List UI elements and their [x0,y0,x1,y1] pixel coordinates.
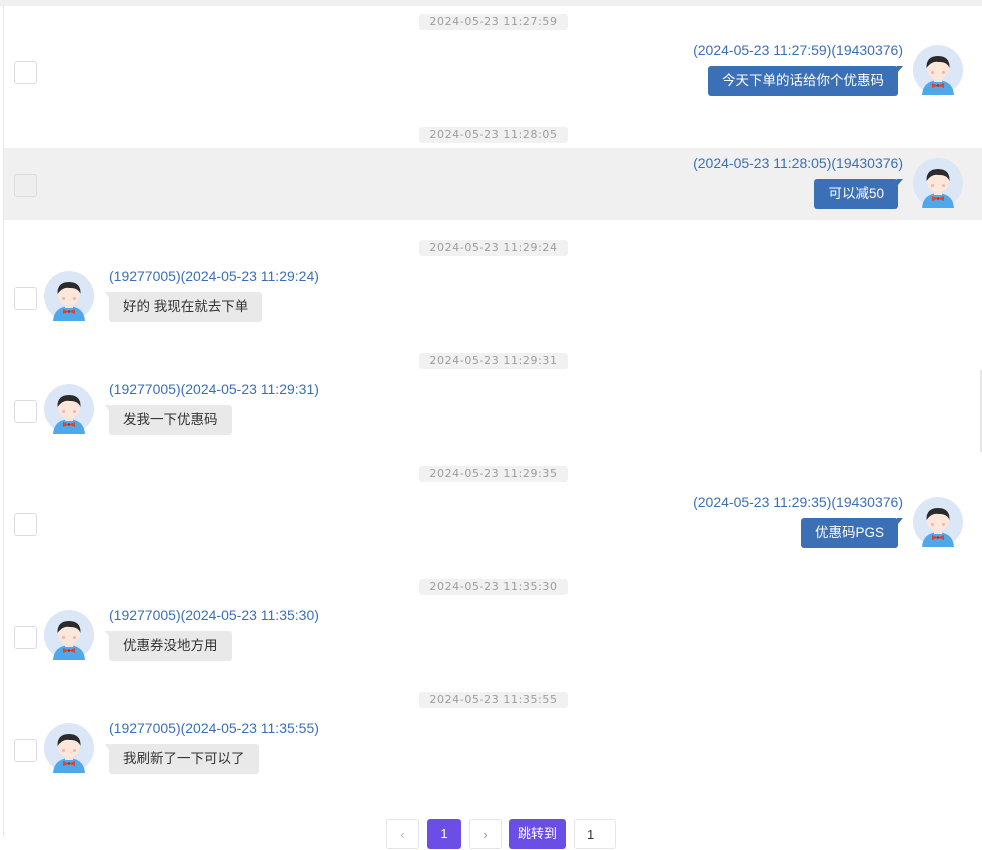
sender-meta: (19277005)(2024-05-23 11:29:31) [109,381,319,397]
message-bubble: 我刷新了一下可以了 [105,744,259,774]
message-timestamp: 2024-05-23 11:29:35 [419,466,568,482]
message-row: 2024-05-23 11:29:35 (2024-05-23 11:29:35… [4,458,982,571]
message-timestamp: 2024-05-23 11:29:24 [419,240,568,256]
pagination: ‹ 1 › 跳转到 1 [0,816,982,849]
message-timestamp: 2024-05-23 11:27:59 [419,14,568,30]
avatar-icon [44,723,94,773]
sender-meta: (2024-05-23 11:29:35)(19430376) [693,494,903,510]
avatar [44,723,94,773]
avatar-icon [913,497,963,547]
sender-meta: (19277005)(2024-05-23 11:35:30) [109,607,319,623]
chevron-right-icon: › [483,827,488,842]
message-row: 2024-05-23 11:29:24 (19277005)(2024-05-2… [4,232,982,345]
message-select-checkbox[interactable] [14,513,37,536]
message-select-checkbox[interactable] [14,287,37,310]
message-bubble: 今天下单的话给你个优惠码 [708,66,903,96]
message-select-checkbox[interactable] [14,400,37,423]
page-number-input[interactable]: 1 [574,819,616,849]
message-select-checkbox[interactable] [14,174,37,197]
page-1-button[interactable]: 1 [427,819,461,849]
message-bubble: 发我一下优惠码 [105,405,232,435]
message-timestamp: 2024-05-23 11:35:30 [419,579,568,595]
sender-meta: (2024-05-23 11:28:05)(19430376) [693,155,903,171]
prev-page-button[interactable]: ‹ [386,819,419,849]
message-select-checkbox[interactable] [14,626,37,649]
avatar [44,384,94,434]
jump-to-button[interactable]: 跳转到 [509,819,566,849]
avatar [44,610,94,660]
message-select-checkbox[interactable] [14,61,37,84]
avatar-icon [44,271,94,321]
message-select-checkbox[interactable] [14,739,37,762]
message-row: 2024-05-23 11:35:30 (19277005)(2024-05-2… [4,571,982,684]
avatar-icon [913,158,963,208]
avatar [913,158,963,208]
message-bubble: 可以减50 [814,179,903,209]
message-row: 2024-05-23 11:28:05 (2024-05-23 11:28:05… [4,119,982,232]
sender-meta: (2024-05-23 11:27:59)(19430376) [693,42,903,58]
message-bubble: 好的 我现在就去下单 [104,292,263,322]
message-timestamp: 2024-05-23 11:29:31 [419,353,568,369]
avatar-icon [44,610,94,660]
avatar-icon [913,45,963,95]
avatar [44,271,94,321]
message-timestamp: 2024-05-23 11:28:05 [419,127,568,143]
avatar [913,497,963,547]
avatar [913,45,963,95]
message-bubble: 优惠码PGS [800,518,904,548]
message-row: 2024-05-23 11:27:59 (2024-05-23 11:27:59… [4,6,982,119]
sender-meta: (19277005)(2024-05-23 11:35:55) [109,720,319,736]
message-bubble: 优惠券没地方用 [105,631,232,661]
avatar-icon [44,384,94,434]
message-row: 2024-05-23 11:35:55 (19277005)(2024-05-2… [4,684,982,797]
next-page-button[interactable]: › [469,819,502,849]
sender-meta: (19277005)(2024-05-23 11:29:24) [109,268,319,284]
message-timestamp: 2024-05-23 11:35:55 [419,692,568,708]
message-row: 2024-05-23 11:29:31 (19277005)(2024-05-2… [4,345,982,458]
chevron-left-icon: ‹ [400,827,405,842]
